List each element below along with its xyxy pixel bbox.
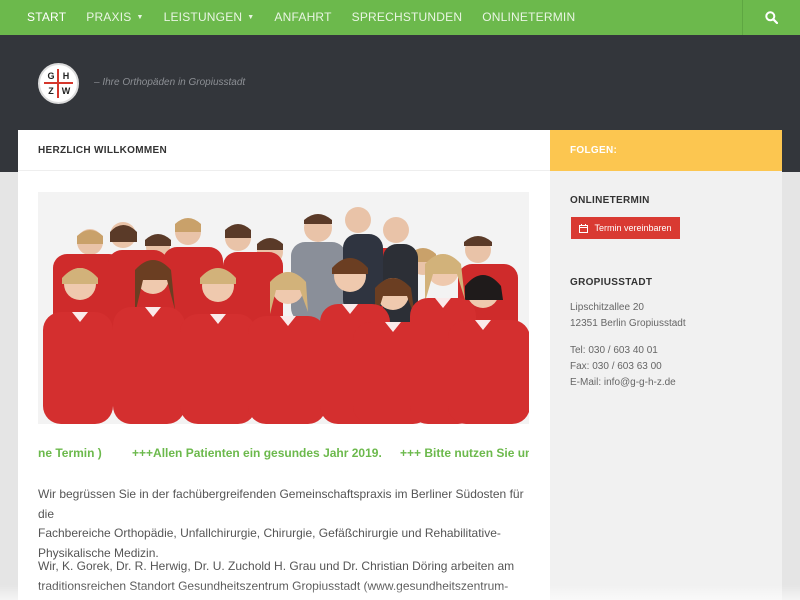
ticker-item: +++ Bitte nutzen Sie unse	[400, 446, 529, 460]
nav-item-leistungen[interactable]: LEISTUNGEN ▼	[154, 0, 265, 35]
nav-item-label: START	[27, 10, 67, 24]
follow-title: FOLGEN:	[570, 145, 618, 156]
nav-item-label: ANFAHRT	[274, 10, 332, 24]
nav-item-sprechstunden[interactable]: SPRECHSTUNDEN	[342, 0, 473, 35]
nav-item-label: ONLINETERMIN	[482, 10, 576, 24]
text-line: Wir, K. Gorek, Dr. R. Herwig, Dr. U. Zuc…	[38, 559, 515, 573]
email-link[interactable]: E-Mail: info@g-g-h-z.de	[570, 375, 676, 391]
main-header: HERZLICH WILLKOMMEN	[18, 130, 550, 171]
book-appointment-button[interactable]: Termin vereinbaren	[571, 217, 680, 239]
top-navigation: START PRAXIS ▼ LEISTUNGEN ▼ ANFAHRT SPRECH…	[0, 0, 800, 35]
calendar-icon	[579, 223, 589, 233]
chevron-down-icon: ▼	[136, 14, 144, 21]
intro-paragraph: Wir begrüssen Sie in der fachübergreifen…	[38, 485, 533, 563]
text-line: traditionsreichen Standort Gesundheitsze…	[38, 578, 509, 593]
nav-item-start[interactable]: START	[0, 0, 76, 35]
logo-letter: Z	[48, 86, 54, 96]
text-line: Wir begrüssen Sie in der fachübergreifen…	[38, 487, 524, 521]
nav-item-label: SPRECHSTUNDEN	[351, 10, 463, 24]
nav-item-praxis[interactable]: PRAXIS ▼	[76, 0, 153, 35]
nav-item-anfahrt[interactable]: ANFAHRT	[264, 0, 341, 35]
search-button[interactable]	[742, 0, 800, 35]
onlinetermin-title: ONLINETERMIN	[570, 195, 650, 206]
sidebar: FOLGEN: ONLINETERMIN Termin vereinbaren …	[550, 130, 782, 600]
main-content: HERZLICH WILLKOMMEN ne Termin) +++Allen…	[18, 130, 550, 600]
fax-line: Fax: 030 / 603 63 00	[570, 361, 662, 372]
nav-item-label: LEISTUNGEN	[163, 10, 243, 24]
address-line: 12351 Berlin Gropiusstadt	[570, 318, 686, 329]
text-line: Fachbereiche Orthopädie, Unfallchirurgie…	[38, 526, 501, 540]
follow-header: FOLGEN:	[550, 130, 782, 171]
logo-letter: G	[47, 71, 55, 81]
button-label: Termin vereinbaren	[594, 223, 672, 233]
news-ticker[interactable]: ne Termin ) +++Allen Patienten ein gesun…	[38, 446, 529, 462]
contact-info: Tel: 030 / 603 40 01 Fax: 030 / 603 63 0…	[570, 343, 676, 391]
address: Lipschitzallee 20 12351 Berlin Gropiusst…	[570, 300, 686, 332]
logo-letter: W	[61, 86, 71, 96]
nav-item-onlinetermin[interactable]: ONLINETERMIN	[472, 0, 585, 35]
location-title: GROPIUSSTADT	[570, 277, 653, 288]
address-line: Lipschitzallee 20	[570, 302, 644, 313]
nav-item-label: PRAXIS	[86, 10, 132, 24]
ticker-item: +++Allen Patienten ein gesundes Jahr 201…	[132, 446, 382, 460]
page-title: HERZLICH WILLKOMMEN	[38, 144, 168, 156]
site-logo[interactable]: G H Z W	[38, 63, 79, 104]
chevron-down-icon: ▼	[247, 14, 255, 21]
search-icon	[765, 11, 778, 24]
team-photo-illustration	[38, 192, 529, 424]
team-photo	[38, 192, 529, 424]
team-paragraph: Wir, K. Gorek, Dr. R. Herwig, Dr. U. Zuc…	[38, 557, 533, 596]
logo-letter: H	[62, 71, 70, 81]
ticker-item: ne Termin )	[38, 446, 102, 460]
site-tagline: – Ihre Orthopäden in Gropiusstadt	[94, 77, 246, 88]
phone-line: Tel: 030 / 603 40 01	[570, 345, 658, 356]
logo-mark: G H Z W	[44, 69, 73, 98]
